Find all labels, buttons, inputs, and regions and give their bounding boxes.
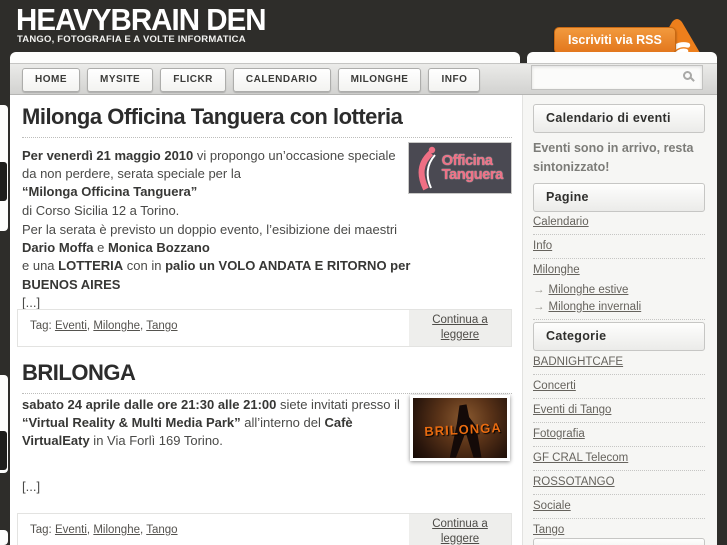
sidebar-category-sociale[interactable]: Sociale [533, 495, 705, 519]
post1-paragraph-2: Per la serata è previsto un doppio event… [22, 221, 454, 312]
sidebar-category-concerti[interactable]: Concerti [533, 375, 705, 399]
nav-buttons-row: HOME MYSITE FLICKR CALENDARIO MILONGHE I… [22, 68, 481, 92]
sidebar-category-badnightcafe[interactable]: BADNIGHTCAFE [533, 351, 705, 375]
tag-label: Tag: [30, 320, 52, 332]
post1-read-more-link[interactable]: Continua a leggere [424, 313, 496, 343]
officina-tanguera-image[interactable]: Officina Tanguera [408, 142, 512, 194]
search-input[interactable] [536, 68, 676, 87]
post2-p1-address: in Via Forlì 169 Torino. [89, 433, 223, 449]
post2-read-more-box: Continua a leggere [409, 514, 511, 545]
post1-p2-line1: Per la serata è previsto un doppio event… [22, 222, 398, 237]
nav-item-info[interactable]: INFO [428, 68, 481, 92]
post2-p1-date: sabato 24 aprile dalle ore 21:30 alle 21… [22, 397, 277, 412]
search-box [531, 65, 703, 90]
sidebar-subpage-milonghe-estive-row: → Milonghe estive [533, 282, 705, 299]
post1-p2-lottery-pre: e una [22, 258, 59, 274]
sidebar-subpage-milonghe-estive[interactable]: Milonghe estive [549, 284, 629, 296]
post2-read-more-link[interactable]: Continua a leggere [424, 517, 496, 545]
post2-paragraph-1: sabato 24 aprile dalle ore 21:30 alle 21… [22, 396, 408, 451]
brilonga-image[interactable]: BRILONGA [410, 395, 510, 461]
brilonga-image-text: BRILONGA [423, 419, 503, 440]
post1-tags: Tag: Eventi, Milonghe, Tango [30, 320, 178, 332]
post1-paragraph-1: Per venerdì 21 maggio 2010 vi propongo u… [22, 147, 404, 220]
sidebar-category-fotografia[interactable]: Fotografia [533, 423, 705, 447]
sidebar-header-pagine: Pagine [533, 183, 705, 212]
post1-p2-lottery-mid: con in [123, 258, 166, 274]
tag-label: Tag: [30, 524, 52, 536]
tag-link-eventi[interactable]: Eventi [55, 320, 87, 332]
sidebar-category-eventi-di-tango[interactable]: Eventi di Tango [533, 399, 705, 423]
post2-ellipsis: [...] [22, 479, 41, 494]
tag-separator: , [86, 524, 91, 536]
search-icon[interactable] [683, 71, 692, 80]
sidebar-page-calendario[interactable]: Calendario [533, 211, 705, 235]
share-widget-button-partial[interactable] [0, 162, 7, 201]
sidebar-category-rossotango[interactable]: ROSSOTANGO [533, 471, 705, 495]
tag-separator: , [140, 524, 144, 536]
sidebar-pages-list: Calendario Info Milonghe → Milonghe estiv… [533, 211, 705, 320]
site-title[interactable]: HEAVYBRAIN DEN [16, 2, 267, 38]
tag-link-eventi[interactable]: Eventi [55, 524, 87, 536]
sidebar-page-milonghe[interactable]: Milonghe [533, 259, 705, 282]
post1-p2-and: e [93, 240, 108, 256]
share-widget-partial[interactable] [0, 530, 8, 545]
post2-p1-t2: all’interno del [240, 415, 325, 431]
arrow-icon: → [533, 284, 545, 296]
sidebar-page-info[interactable]: Info [533, 235, 705, 259]
officina-logo-text: Officina Tanguera [441, 153, 504, 183]
post-title-milonga-officina[interactable]: Milonga Officina Tanguera con lotteria [22, 104, 512, 138]
post-title-brilonga[interactable]: BRILONGA [22, 360, 512, 394]
tag-link-milonghe[interactable]: Milonghe [93, 320, 140, 332]
nav-item-flickr[interactable]: FLICKR [160, 68, 226, 92]
sidebar-category-gf-cral-telecom[interactable]: GF CRAL Telecom [533, 447, 705, 471]
rss-subscribe-button[interactable]: Iscriviti via RSS [554, 27, 676, 54]
sidebar-top-strip [527, 52, 717, 63]
page-root: HEAVYBRAIN DEN TANGO, FOTOGRAFIA E A VOL… [0, 0, 727, 545]
post1-tag-bar: Tag: Eventi, Milonghe, Tango Continua a … [17, 309, 512, 347]
share-widget-button-partial[interactable] [0, 431, 7, 470]
post1-p1-address: di Corso Sicilia 12 a Torino. [22, 202, 180, 218]
post1-ellipsis: [...] [22, 294, 41, 310]
sidebar-header-calendario-eventi: Calendario di eventi [533, 104, 705, 133]
nav-item-mysite[interactable]: MYSITE [87, 68, 154, 92]
post1-p1-milonga-name: “Milonga Officina Tanguera” [22, 184, 198, 200]
post2-tag-bar: Tag: Eventi, Milonghe, Tango Continua a … [17, 513, 512, 545]
officina-figure-icon [418, 146, 436, 191]
sidebar-categories-list: BADNIGHTCAFE Concerti Eventi di Tango Fo… [533, 351, 705, 543]
nav-item-calendario[interactable]: CALENDARIO [232, 68, 331, 92]
post2-p1-venue: “Virtual Reality & Multi Media Park” [22, 415, 241, 431]
tag-separator: , [86, 320, 91, 332]
post1-read-more-box: Continua a leggere [409, 310, 511, 346]
tag-link-tango[interactable]: Tango [146, 524, 177, 536]
post1-p2-lottery: LOTTERIA [58, 258, 124, 274]
post2-tags: Tag: Eventi, Milonghe, Tango [30, 524, 178, 536]
main-nav: HOME MYSITE FLICKR CALENDARIO MILONGHE I… [10, 63, 717, 95]
sidebar-subpage-milonghe-invernali-row: → Milonghe invernali [533, 299, 705, 320]
sidebar-header-categorie: Categorie [533, 322, 705, 351]
nav-item-milonghe[interactable]: MILONGHE [337, 68, 422, 92]
post1-p2-maestro1: Dario Moffa [22, 240, 94, 256]
site-tagline: TANGO, FOTOGRAFIA E A VOLTE INFORMATICA [17, 34, 246, 45]
officina-logo-line2: Tanguera [441, 166, 504, 183]
sidebar-subpage-milonghe-invernali[interactable]: Milonghe invernali [549, 301, 642, 313]
post2-p1-t1: siete invitati presso il [276, 397, 400, 412]
arrow-icon: → [533, 301, 545, 313]
post1-p1-date: Per venerdì 21 maggio 2010 [22, 148, 194, 163]
tag-separator: , [140, 320, 144, 332]
tag-link-tango[interactable]: Tango [146, 320, 177, 332]
nav-item-home[interactable]: HOME [22, 68, 80, 92]
content-top-strip [10, 52, 520, 63]
post1-p2-maestro2: Monica Bozzano [107, 240, 210, 256]
sidebar-header-partial [533, 538, 705, 545]
sidebar-calendar-note: Eventi sono in arrivo, resta sintonizzat… [533, 141, 694, 174]
tag-link-milonghe[interactable]: Milonghe [93, 524, 140, 536]
